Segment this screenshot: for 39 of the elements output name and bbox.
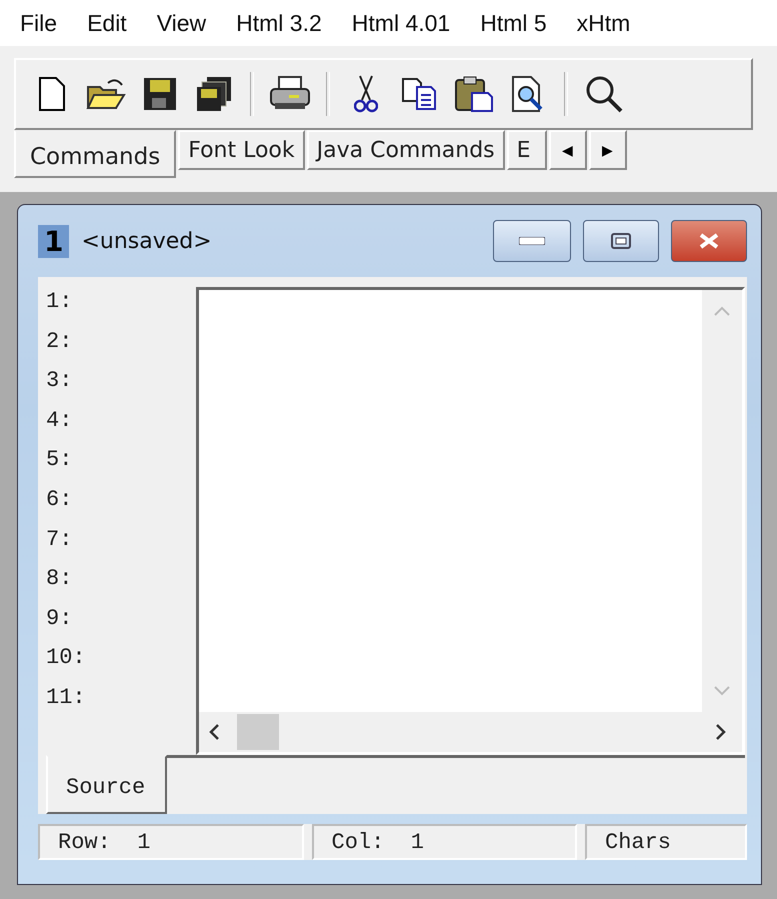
close-icon	[698, 232, 720, 250]
maximize-icon	[611, 233, 631, 249]
line-number: 7:	[46, 526, 74, 554]
status-field: Chars	[585, 824, 747, 860]
minimize-button[interactable]	[493, 220, 571, 262]
menu-item[interactable]: Html 5	[480, 10, 547, 36]
line-number: 10:	[46, 645, 87, 672]
scroll-right-icon[interactable]	[716, 724, 726, 740]
menu-item[interactable]: xHtm	[576, 10, 630, 36]
window-title: <unsaved>	[81, 228, 213, 254]
line-number: 1:	[46, 289, 74, 316]
menu-item[interactable]: Html 4.01	[352, 10, 450, 36]
line-number: 11:	[46, 684, 87, 712]
tab[interactable]: Java Commands	[306, 130, 505, 170]
line-number: 9:	[46, 606, 74, 633]
menu-item[interactable]: Html 3.2	[236, 10, 322, 36]
scroll-left-icon[interactable]	[209, 724, 219, 740]
scroll-thumb[interactable]	[237, 714, 279, 750]
maximize-button[interactable]	[583, 220, 659, 262]
menu-item[interactable]: Edit	[87, 10, 127, 36]
menu-item[interactable]: File	[20, 10, 58, 36]
minimize-icon	[519, 237, 545, 245]
tab[interactable]: Source	[46, 755, 168, 814]
line-number: 2:	[46, 328, 74, 356]
status-field: Col: 1	[312, 824, 577, 860]
menu-item[interactable]: View	[156, 10, 206, 36]
line-number: 6:	[46, 486, 74, 514]
tab[interactable]: Font Look	[178, 130, 305, 170]
scroll-right-button[interactable]: ▶	[588, 130, 627, 170]
line-number: 8:	[46, 566, 74, 594]
tab[interactable]: Commands	[14, 130, 176, 178]
line-number: 3:	[46, 368, 74, 396]
window-number: 1	[38, 224, 70, 258]
line-number: 5:	[46, 447, 74, 474]
status-field: Row: 1	[38, 824, 304, 860]
tab[interactable]: E	[506, 130, 547, 170]
line-number: 4:	[46, 408, 74, 435]
close-button[interactable]	[671, 220, 747, 262]
scroll-left-button[interactable]: ◀	[548, 130, 587, 170]
